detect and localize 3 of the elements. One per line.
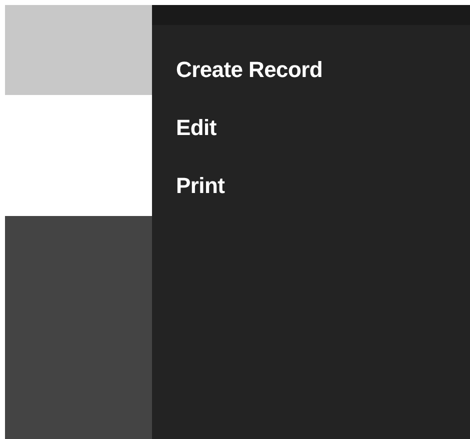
menu-item[interactable]: Create Record bbox=[176, 41, 322, 99]
menu-item[interactable]: Edit bbox=[176, 99, 216, 157]
menu-item[interactable]: Print bbox=[176, 157, 225, 215]
